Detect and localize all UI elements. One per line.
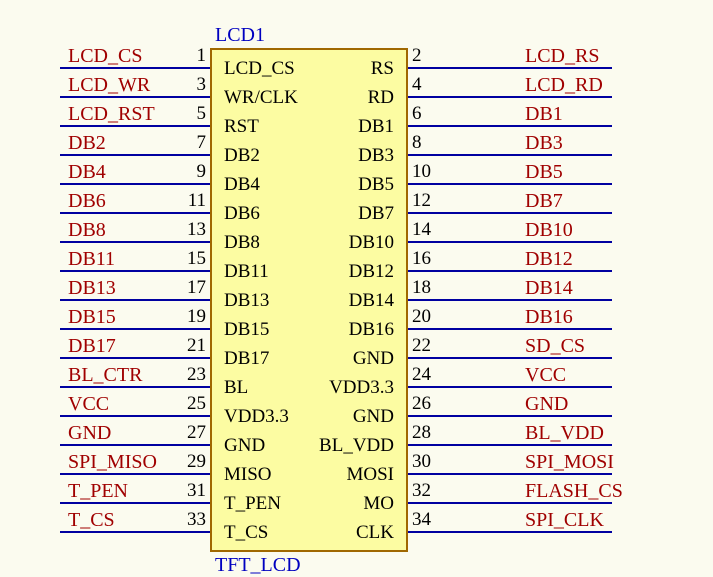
pin-name: DB5	[210, 174, 394, 196]
net-label: GND	[525, 393, 568, 416]
pin-name: VDD3.3	[210, 377, 394, 399]
pin-number: 29	[170, 451, 206, 473]
net-label: LCD_RS	[525, 45, 599, 68]
pin-number: 26	[412, 393, 448, 415]
pin-number: 3	[170, 74, 206, 96]
net-label: DB16	[525, 306, 573, 329]
net-label: BL_VDD	[525, 422, 604, 445]
net-label: DB17	[68, 335, 116, 358]
pin-name: DB14	[210, 290, 394, 312]
net-label: VCC	[68, 393, 109, 416]
footprint: TFT_LCD	[215, 554, 301, 577]
pin-number: 14	[412, 219, 448, 241]
pin-number: 6	[412, 103, 448, 125]
pin-number: 16	[412, 248, 448, 270]
pin-name: CLK	[210, 522, 394, 544]
pin-number: 4	[412, 74, 448, 96]
pin-name: GND	[210, 406, 394, 428]
pin-number: 2	[412, 45, 448, 67]
pin-name: MO	[210, 493, 394, 515]
pin-name: RD	[210, 87, 394, 109]
pin-number: 33	[170, 509, 206, 531]
pin-number: 22	[412, 335, 448, 357]
net-label: DB7	[525, 190, 563, 213]
wire-right	[408, 415, 612, 417]
net-label: SPI_MOSI	[525, 451, 614, 474]
pin-number: 19	[170, 306, 206, 328]
net-label: FLASH_CS	[525, 480, 623, 503]
net-label: LCD_CS	[68, 45, 142, 68]
net-label: DB1	[525, 103, 563, 126]
pin-number: 31	[170, 480, 206, 502]
net-label: DB5	[525, 161, 563, 184]
wire-right	[408, 386, 612, 388]
pin-number: 15	[170, 248, 206, 270]
net-label: T_PEN	[68, 480, 128, 503]
pin-number: 20	[412, 306, 448, 328]
pin-name: DB16	[210, 319, 394, 341]
pin-number: 34	[412, 509, 448, 531]
net-label: DB11	[68, 248, 115, 271]
net-label: GND	[68, 422, 111, 445]
pin-number: 17	[170, 277, 206, 299]
net-label: VCC	[525, 364, 566, 387]
net-label: SPI_MISO	[68, 451, 157, 474]
pin-name: DB1	[210, 116, 394, 138]
pin-name: DB10	[210, 232, 394, 254]
pin-number: 12	[412, 190, 448, 212]
pin-number: 27	[170, 422, 206, 444]
wire-right	[408, 241, 612, 243]
net-label: LCD_WR	[68, 74, 150, 97]
pin-number: 18	[412, 277, 448, 299]
pin-number: 24	[412, 364, 448, 386]
pin-number: 8	[412, 132, 448, 154]
pin-number: 25	[170, 393, 206, 415]
wire-right	[408, 328, 612, 330]
net-label: DB13	[68, 277, 116, 300]
net-label: SPI_CLK	[525, 509, 604, 532]
pin-number: 30	[412, 451, 448, 473]
wire-right	[408, 270, 612, 272]
wire-right	[408, 125, 612, 127]
pin-name: BL_VDD	[210, 435, 394, 457]
pin-number: 10	[412, 161, 448, 183]
pin-number: 11	[170, 190, 206, 212]
designator: LCD1	[215, 24, 265, 47]
net-label: DB2	[68, 132, 106, 155]
net-label: DB3	[525, 132, 563, 155]
pin-name: MOSI	[210, 464, 394, 486]
pin-number: 21	[170, 335, 206, 357]
net-label: DB6	[68, 190, 106, 213]
pin-number: 28	[412, 422, 448, 444]
pin-name: RS	[210, 58, 394, 80]
net-label: LCD_RST	[68, 103, 155, 126]
net-label: DB10	[525, 219, 573, 242]
pin-name: DB7	[210, 203, 394, 225]
pin-number: 23	[170, 364, 206, 386]
pin-number: 9	[170, 161, 206, 183]
net-label: BL_CTR	[68, 364, 142, 387]
pin-number: 5	[170, 103, 206, 125]
net-label: DB12	[525, 248, 573, 271]
pin-name: DB3	[210, 145, 394, 167]
pin-number: 1	[170, 45, 206, 67]
wire-right	[408, 299, 612, 301]
pin-name: DB12	[210, 261, 394, 283]
pin-number: 13	[170, 219, 206, 241]
net-label: DB15	[68, 306, 116, 329]
wire-right	[408, 154, 612, 156]
net-label: DB4	[68, 161, 106, 184]
wire-right	[408, 212, 612, 214]
net-label: DB14	[525, 277, 573, 300]
pin-name: GND	[210, 348, 394, 370]
wire-right	[408, 183, 612, 185]
pin-number: 7	[170, 132, 206, 154]
net-label: T_CS	[68, 509, 115, 532]
net-label: DB8	[68, 219, 106, 242]
net-label: SD_CS	[525, 335, 585, 358]
net-label: LCD_RD	[525, 74, 603, 97]
pin-number: 32	[412, 480, 448, 502]
